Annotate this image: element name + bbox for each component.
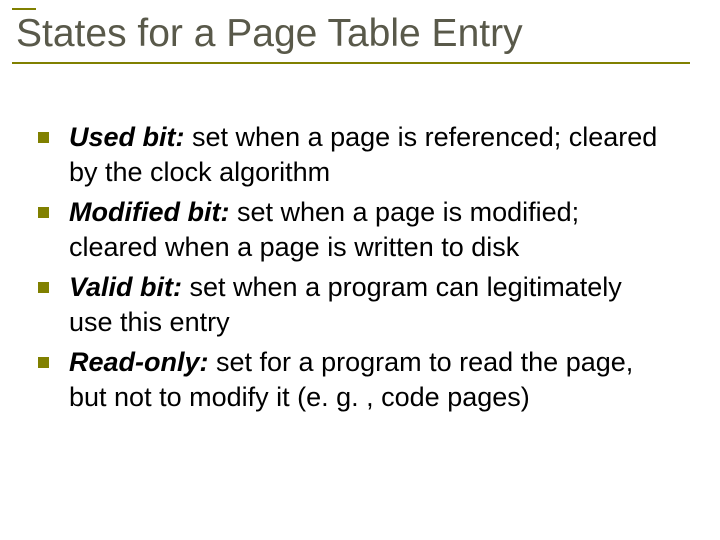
list-item: Modified bit: set when a page is modifie… [38, 195, 670, 264]
title-rule-bottom [12, 62, 690, 64]
body: Used bit: set when a page is referenced;… [38, 120, 670, 420]
square-bullet-icon [38, 207, 49, 218]
term: Used bit: [69, 122, 185, 152]
term: Valid bit: [69, 272, 182, 302]
item-text: Valid bit: set when a program can legiti… [69, 270, 670, 339]
list-item: Valid bit: set when a program can legiti… [38, 270, 670, 339]
square-bullet-icon [38, 282, 49, 293]
item-text: Read-only: set for a program to read the… [69, 345, 670, 414]
item-text: Used bit: set when a page is referenced;… [69, 120, 670, 189]
title-rule-top [12, 8, 36, 10]
term: Read-only: [69, 347, 209, 377]
slide: States for a Page Table Entry Used bit: … [0, 0, 720, 540]
square-bullet-icon [38, 132, 49, 143]
list-item: Used bit: set when a page is referenced;… [38, 120, 670, 189]
square-bullet-icon [38, 357, 49, 368]
term: Modified bit: [69, 197, 229, 227]
list-item: Read-only: set for a program to read the… [38, 345, 670, 414]
slide-title: States for a Page Table Entry [16, 12, 690, 56]
title-block: States for a Page Table Entry [10, 8, 690, 64]
item-text: Modified bit: set when a page is modifie… [69, 195, 670, 264]
